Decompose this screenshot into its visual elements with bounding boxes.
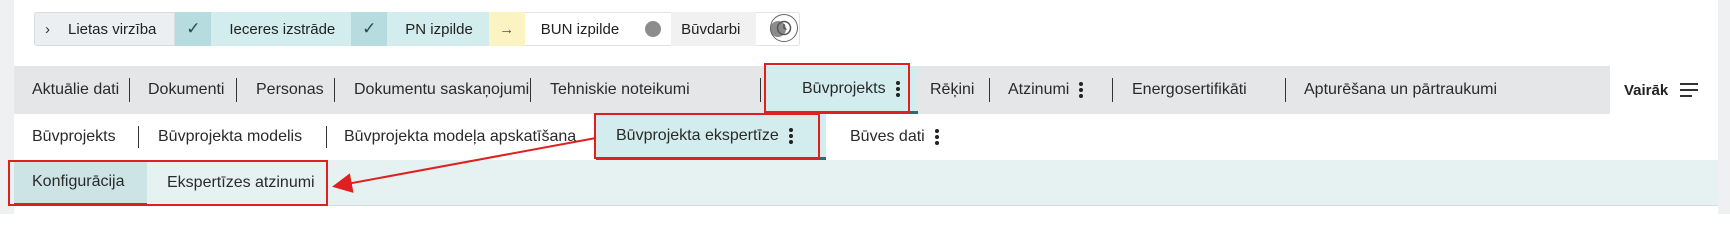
tab-separator (1112, 78, 1113, 102)
tab-separator (530, 78, 531, 102)
chevron-right-icon: › (45, 20, 50, 38)
kebab-icon[interactable] (1079, 82, 1084, 98)
tab-label: Energosertifikāti (1132, 81, 1247, 98)
tab-aktualie-dati[interactable]: Aktuālie dati (32, 66, 119, 114)
main-tab-bar: Aktuālie dati Dokumenti Personas Dokumen… (14, 66, 1718, 114)
stage-1[interactable]: Ieceres izstrāde (211, 12, 352, 46)
subtab-label: Būvprojekta modelis (158, 128, 303, 145)
tab-label: Tehniskie noteikumi (550, 81, 690, 98)
stage-2-status: ✓ (351, 12, 388, 46)
history-button[interactable] (770, 14, 798, 42)
tab-separator (760, 78, 761, 102)
outer-margin-left (0, 0, 14, 214)
tab-separator (129, 78, 130, 102)
tab-label: Personas (256, 81, 324, 98)
tab-label: Būvprojekts (802, 79, 886, 97)
tab-dokumenti[interactable]: Dokumenti (148, 66, 224, 114)
stage-1-status: ✓ (175, 12, 212, 46)
kebab-icon[interactable] (895, 80, 900, 97)
stage-3[interactable]: BUN izpilde (524, 12, 636, 46)
tab-label: Dokumenti (148, 81, 225, 98)
circle-icon (645, 21, 662, 37)
stage-3-status: → (488, 12, 525, 46)
subtab-modela-apskatisana[interactable]: Būvprojekta modeļa apskatīšana (344, 114, 576, 160)
subtab-buvprojekts[interactable]: Būvprojekts (32, 114, 116, 160)
tab-label: Apturēšana un pārtraukumi (1304, 81, 1497, 98)
stage-toggle-label: Lietas virzība (68, 20, 157, 38)
tab-buvprojekts[interactable]: Būvprojekts (766, 66, 918, 114)
subtab-buvprojekta-modelis[interactable]: Būvprojekta modelis (158, 114, 302, 160)
tab-tehniskie-noteikumi[interactable]: Tehniskie noteikumi (550, 66, 690, 114)
stage-3-label: BUN izpilde (540, 20, 620, 38)
subtab-label: Būvprojekta modeļa apskatīšana (344, 128, 577, 145)
stage-4-label: Būvdarbi (681, 20, 741, 38)
tab-dokumentu-saskanojumi[interactable]: Dokumentu saskaņojumi (354, 66, 529, 114)
tab-label: Atzinumi (1008, 81, 1070, 98)
tab-label: Ekspertīzes atzinumi (167, 174, 315, 191)
tab-rekini[interactable]: Rēķini (930, 66, 974, 114)
tab-separator (326, 126, 327, 148)
tab-aptureshana[interactable]: Apturēšana un pārtraukumi (1304, 66, 1497, 114)
stage-4[interactable]: Būvdarbi (671, 12, 757, 46)
subtab-buves-dati[interactable]: Būves dati (850, 114, 939, 160)
stage-progress-bar: › Lietas virzība ✓ Ieceres izstrāde ✓ PN… (34, 12, 801, 46)
subtab-label: Būvprojekta ekspertīze (616, 126, 779, 144)
tab-separator (334, 78, 335, 102)
tab-label: Rēķini (930, 81, 975, 98)
tab-energosertifikati[interactable]: Energosertifikāti (1132, 66, 1247, 114)
stage-toggle-button[interactable]: › Lietas virzība (34, 12, 176, 46)
tab-label: Aktuālie dati (32, 81, 120, 98)
tab-ekspertizes-atzinumi[interactable]: Ekspertīzes atzinumi (167, 160, 315, 206)
stage-2[interactable]: PN izpilde (387, 12, 489, 46)
more-label: Vairāk (1624, 81, 1669, 99)
stage-4-status (635, 12, 672, 46)
app-frame: › Lietas virzība ✓ Ieceres izstrāde ✓ PN… (0, 0, 1730, 214)
tab-separator (138, 126, 139, 148)
kebab-icon[interactable] (934, 129, 939, 145)
subtab-label: Būvprojekts (32, 128, 116, 145)
tab-separator (1285, 78, 1286, 102)
arrow-right-icon: → (499, 20, 515, 38)
stage-1-label: Ieceres izstrāde (229, 20, 336, 38)
outer-margin-right (1718, 0, 1730, 214)
third-tab-bar: Konfigurācija Ekspertīzes atzinumi (14, 160, 1718, 206)
tab-separator (989, 78, 990, 102)
tab-personas[interactable]: Personas (256, 66, 324, 114)
hamburger-icon (1680, 83, 1699, 97)
tab-atzinumi[interactable]: Atzinumi (1008, 66, 1084, 114)
check-icon: ✓ (362, 19, 377, 38)
more-button[interactable]: Vairāk (1610, 66, 1718, 114)
tab-label: Konfigurācija (32, 172, 125, 190)
stage-2-label: PN izpilde (405, 20, 473, 38)
kebab-icon[interactable] (788, 127, 793, 144)
check-icon: ✓ (186, 19, 201, 38)
history-icon (776, 20, 792, 36)
subtab-label: Būves dati (850, 128, 925, 145)
tab-separator (236, 78, 237, 102)
sub-tab-bar: Būvprojekts Būvprojekta modelis Būvproje… (14, 114, 1718, 160)
tab-label: Dokumentu saskaņojumi (354, 81, 530, 98)
subtab-buvprojekta-ekspertize[interactable]: Būvprojekta ekspertīze (596, 114, 826, 160)
tab-konfiguracija[interactable]: Konfigurācija (14, 160, 147, 206)
